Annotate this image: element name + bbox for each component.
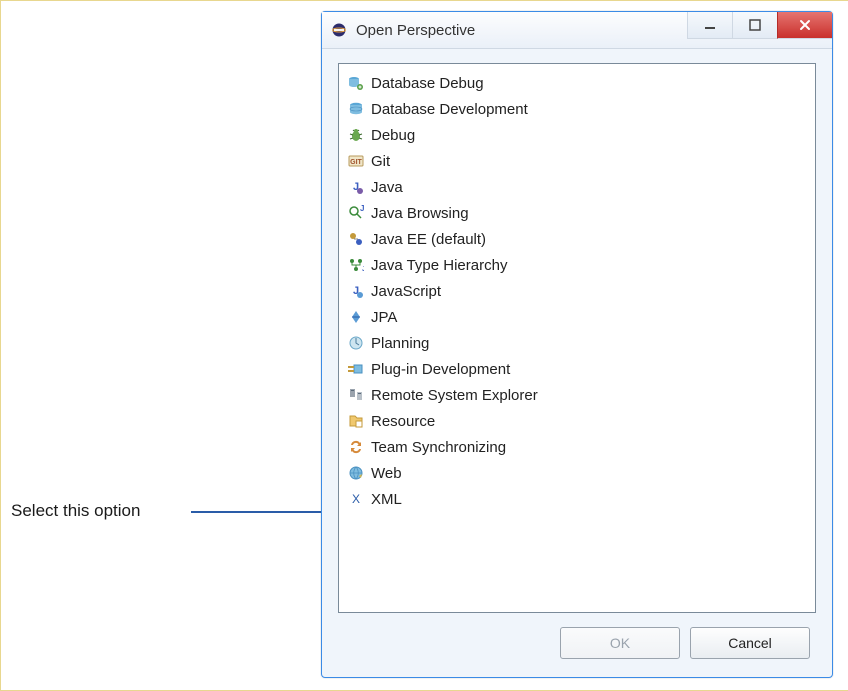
list-item-label: JavaScript bbox=[371, 283, 441, 300]
list-item-planning[interactable]: Planning bbox=[343, 330, 811, 356]
cancel-button[interactable]: Cancel bbox=[690, 627, 810, 659]
resource-icon bbox=[347, 412, 365, 430]
javascript-icon: J bbox=[347, 282, 365, 300]
team-sync-icon bbox=[347, 438, 365, 456]
svg-text:J: J bbox=[360, 205, 364, 213]
titlebar: Open Perspective bbox=[322, 12, 832, 49]
list-item-label: Web bbox=[371, 465, 402, 482]
list-item-resource[interactable]: Resource bbox=[343, 408, 811, 434]
list-item-label: Remote System Explorer bbox=[371, 387, 538, 404]
list-item-team-sync[interactable]: Team Synchronizing bbox=[343, 434, 811, 460]
list-item-remote-system-explorer[interactable]: Remote System Explorer bbox=[343, 382, 811, 408]
list-item-label: Planning bbox=[371, 335, 429, 352]
jpa-icon bbox=[347, 308, 365, 326]
list-item-label: XML bbox=[371, 491, 402, 508]
minimize-button[interactable] bbox=[687, 12, 732, 39]
list-item-java-ee[interactable]: Java EE (default) bbox=[343, 226, 811, 252]
java-ee-icon bbox=[347, 230, 365, 248]
list-item-java-type-hierarchy[interactable]: J Java Type Hierarchy bbox=[343, 252, 811, 278]
java-browsing-icon: J bbox=[347, 204, 365, 222]
list-item-jpa[interactable]: JPA bbox=[343, 304, 811, 330]
list-item-debug[interactable]: Debug bbox=[343, 122, 811, 148]
list-item-label: Java EE (default) bbox=[371, 231, 486, 248]
perspective-list[interactable]: Database Debug Database Development Debug G… bbox=[338, 63, 816, 613]
planning-icon bbox=[347, 334, 365, 352]
close-icon bbox=[799, 19, 811, 31]
list-item-java-browsing[interactable]: J Java Browsing bbox=[343, 200, 811, 226]
remote-icon bbox=[347, 386, 365, 404]
plugin-icon bbox=[347, 360, 365, 378]
minimize-icon bbox=[704, 19, 716, 31]
bug-icon bbox=[347, 126, 365, 144]
list-item-xml[interactable]: X XML bbox=[343, 486, 811, 512]
java-icon: J bbox=[347, 178, 365, 196]
list-item-database-development[interactable]: Database Development bbox=[343, 96, 811, 122]
list-item-label: Debug bbox=[371, 127, 415, 144]
close-button[interactable] bbox=[777, 12, 832, 39]
list-item-label: Resource bbox=[371, 413, 435, 430]
annotation-arrow bbox=[191, 511, 341, 513]
java-hierarchy-icon: J bbox=[347, 256, 365, 274]
list-item-label: Java Browsing bbox=[371, 205, 469, 222]
database-debug-icon bbox=[347, 74, 365, 92]
maximize-button[interactable] bbox=[732, 12, 777, 39]
svg-text:GIT: GIT bbox=[350, 159, 362, 166]
list-item-java[interactable]: J Java bbox=[343, 174, 811, 200]
list-item-label: Database Debug bbox=[371, 75, 484, 92]
list-item-label: Database Development bbox=[371, 101, 528, 118]
list-item-web[interactable]: Web bbox=[343, 460, 811, 486]
annotation-label: Select this option bbox=[11, 501, 140, 521]
list-item-javascript[interactable]: J JavaScript bbox=[343, 278, 811, 304]
svg-text:X: X bbox=[352, 492, 360, 506]
maximize-icon bbox=[749, 19, 761, 31]
database-icon bbox=[347, 100, 365, 118]
list-item-label: Team Synchronizing bbox=[371, 439, 506, 456]
list-item-label: JPA bbox=[371, 309, 397, 326]
svg-text:J: J bbox=[362, 266, 364, 273]
eclipse-icon bbox=[330, 21, 348, 39]
list-item-label: Java Type Hierarchy bbox=[371, 257, 507, 274]
list-item-label: Java bbox=[371, 179, 403, 196]
ok-button[interactable]: OK bbox=[560, 627, 680, 659]
list-item-database-debug[interactable]: Database Debug bbox=[343, 70, 811, 96]
dialog-title: Open Perspective bbox=[356, 22, 687, 39]
web-icon bbox=[347, 464, 365, 482]
git-icon: GIT bbox=[347, 152, 365, 170]
list-item-label: Plug-in Development bbox=[371, 361, 510, 378]
open-perspective-dialog: Open Perspective bbox=[321, 11, 833, 678]
xml-icon: X bbox=[347, 490, 365, 508]
list-item-git[interactable]: GIT Git bbox=[343, 148, 811, 174]
list-item-plugin-development[interactable]: Plug-in Development bbox=[343, 356, 811, 382]
list-item-label: Git bbox=[371, 153, 390, 170]
